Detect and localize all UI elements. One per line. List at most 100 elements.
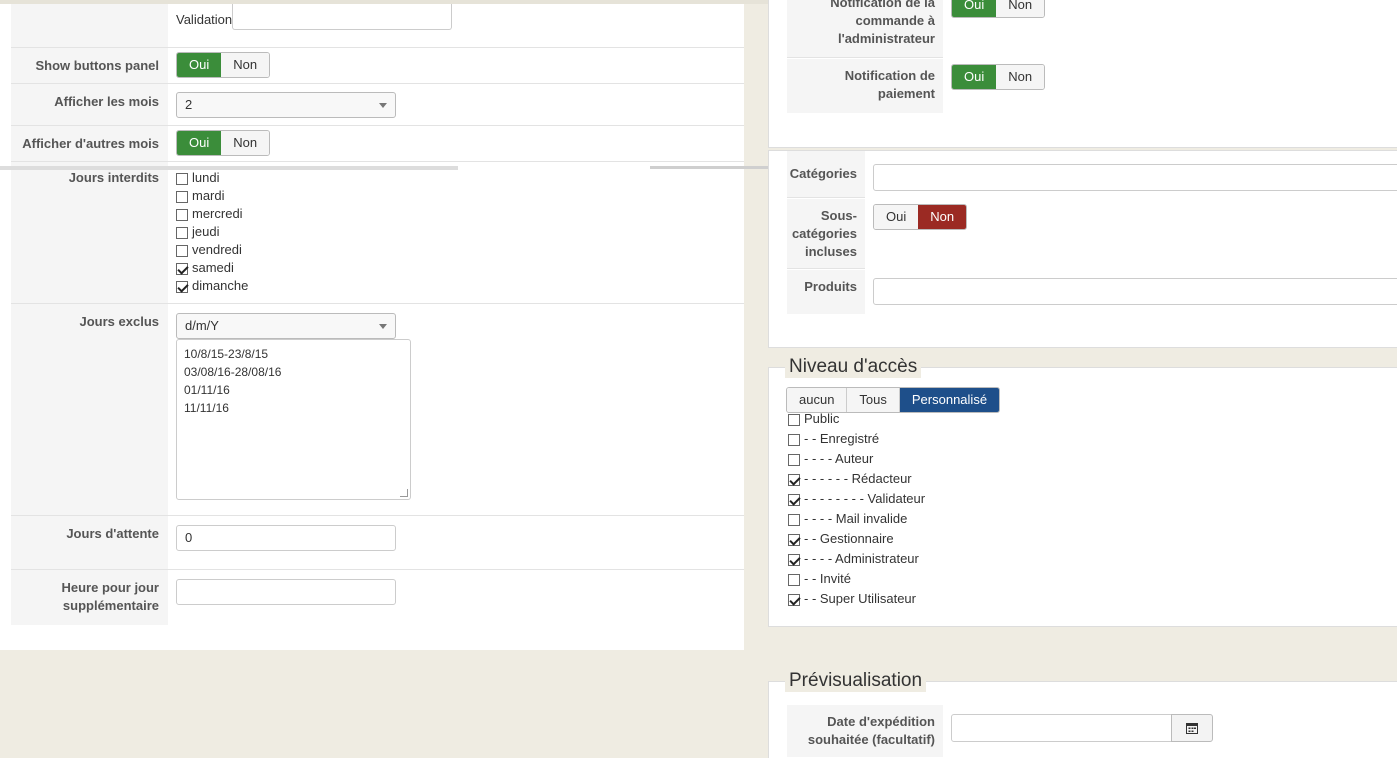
day-label: mardi [192,188,225,203]
checkbox-checked-icon[interactable] [788,593,800,606]
jours-attente-input[interactable]: 0 [176,525,396,551]
checkbox-icon[interactable] [176,208,188,221]
resize-grip-icon[interactable] [400,489,408,497]
access-group-item[interactable]: - - - - Mail invalide [788,510,925,530]
checkbox-icon[interactable] [176,190,188,203]
group-label: - - - - - - Rédacteur [804,471,912,486]
day-checkbox-item[interactable]: mercredi [176,205,248,223]
checkbox-checked-icon[interactable] [788,533,800,546]
sous-categories-non-button[interactable]: Non [918,205,967,229]
date-expedition-line2: souhaitée (facultatif) [807,732,935,747]
jours-interdits-row: Jours interdits lundi mardi mercredi jeu… [11,162,744,304]
notif-commande-line1: Notification de la [830,0,935,10]
checkbox-icon[interactable] [788,413,800,426]
day-checkbox-item[interactable]: dimanche [176,277,248,295]
jours-interdits-label: Jours interdits [68,170,159,185]
afficher-mois-select[interactable]: 2 [176,92,396,118]
validation-input[interactable] [232,4,452,30]
sous-categories-line1: Sous- [820,208,857,223]
afficher-autres-mois-non-button[interactable]: Non [221,131,270,155]
afficher-mois-value: 2 [185,97,193,112]
checkbox-icon[interactable] [788,433,800,446]
validation-row: Validation [11,4,744,48]
categories-box: Catégories Sous- catégories incluses Oui… [768,150,1397,348]
jours-attente-row: Jours d'attente 0 [11,516,744,570]
notif-commande-non-button[interactable]: Non [996,0,1045,17]
produits-input[interactable] [873,278,1397,305]
date-format-value: d/m/Y [185,318,219,333]
access-groups-list: Public - - Enregistré - - - - Auteur - -… [788,410,925,610]
show-buttons-panel-non-button[interactable]: Non [221,53,270,77]
group-label: - - Invité [804,571,851,586]
access-group-item[interactable]: - - Invité [788,570,925,590]
afficher-autres-mois-oui-button[interactable]: Oui [177,131,222,155]
categories-label: Catégories [789,166,857,181]
checkbox-checked-icon[interactable] [176,280,188,293]
day-checkbox-item[interactable]: samedi [176,259,248,277]
notif-paiement-toggle: Oui Non [951,64,1046,90]
validation-label: Validation [176,12,233,27]
notif-paiement-non-button[interactable]: Non [996,65,1045,89]
checkbox-icon[interactable] [788,573,800,586]
excluded-dates-textarea[interactable]: 10/8/15-23/8/15 03/08/16-28/08/16 01/11/… [176,339,411,500]
access-group-item[interactable]: - - Gestionnaire [788,530,925,550]
calendar-button[interactable] [1171,714,1213,742]
checkbox-icon[interactable] [176,226,188,239]
access-group-item[interactable]: Public [788,410,925,430]
checkbox-checked-icon[interactable] [788,553,800,566]
checkbox-icon[interactable] [788,513,800,526]
access-group-item[interactable]: - - - - Auteur [788,450,925,470]
checkbox-icon[interactable] [788,453,800,466]
categories-input[interactable] [873,164,1397,191]
notif-commande-oui-button[interactable]: Oui [952,0,997,17]
checkbox-icon[interactable] [176,244,188,257]
show-buttons-panel-row: Show buttons panel Oui Non [11,48,744,84]
heure-jour-sup-input[interactable] [176,579,396,605]
access-tab-tous[interactable]: Tous [847,388,900,412]
access-tab-personnalise[interactable]: Personnalisé [899,388,1000,412]
access-level-fieldset: Niveau d'accès aucun Tous Personnalisé P… [768,356,1397,627]
day-checkbox-item[interactable]: vendredi [176,241,248,259]
checkbox-checked-icon[interactable] [176,262,188,275]
group-label: - - - - Mail invalide [804,511,908,526]
excluded-date-line: 10/8/15-23/8/15 [184,347,269,361]
day-checkbox-item[interactable]: jeudi [176,223,248,241]
sous-categories-line2: catégories [791,226,857,241]
day-checkbox-item[interactable]: lundi [176,169,248,187]
heure-jour-sup-label-line2: supplémentaire [62,598,159,613]
day-label: mercredi [192,206,243,221]
access-tab-aucun[interactable]: aucun [787,388,848,412]
jours-exclus-label: Jours exclus [79,314,160,329]
access-group-item[interactable]: - - - - - - Rédacteur [788,470,925,490]
checkbox-checked-icon[interactable] [788,493,800,506]
notif-paiement-line2: paiement [877,86,935,101]
drag-ghost-line [0,166,458,170]
date-expedition-line1: Date d'expédition [827,714,935,729]
date-expedition-input[interactable] [951,714,1172,742]
access-group-item[interactable]: - - - - Administrateur [788,550,925,570]
notif-paiement-oui-button[interactable]: Oui [952,65,997,89]
calendar-icon [1186,723,1198,734]
notif-paiement-line1: Notification de [844,68,935,83]
checkbox-icon[interactable] [176,172,188,185]
sous-categories-oui-button[interactable]: Oui [874,205,919,229]
show-buttons-panel-label: Show buttons panel [35,58,160,73]
day-label: jeudi [192,224,220,239]
afficher-mois-label: Afficher les mois [54,94,159,109]
calendar-settings-panel: Validation Show buttons panel Oui Non Af… [0,4,744,650]
jours-interdits-list: lundi mardi mercredi jeudi vendredi same… [176,169,248,295]
access-group-item[interactable]: - - Enregistré [788,430,925,450]
day-checkbox-item[interactable]: mardi [176,187,248,205]
excluded-date-line: 01/11/16 [184,383,230,397]
checkbox-checked-icon[interactable] [788,473,800,486]
access-group-item[interactable]: - - Super Utilisateur [788,590,925,610]
access-group-item[interactable]: - - - - - - - - Validateur [788,490,925,510]
heure-jour-sup-label-line1: Heure pour jour [61,580,159,595]
notif-commande-line3: l'administrateur [837,31,935,46]
show-buttons-panel-oui-button[interactable]: Oui [177,53,222,77]
day-label: dimanche [192,278,249,293]
date-format-select[interactable]: d/m/Y [176,313,396,339]
preview-fieldset: Prévisualisation Date d'expédition souha… [768,670,1397,761]
day-label: samedi [192,260,234,275]
chevron-down-icon [379,324,387,329]
